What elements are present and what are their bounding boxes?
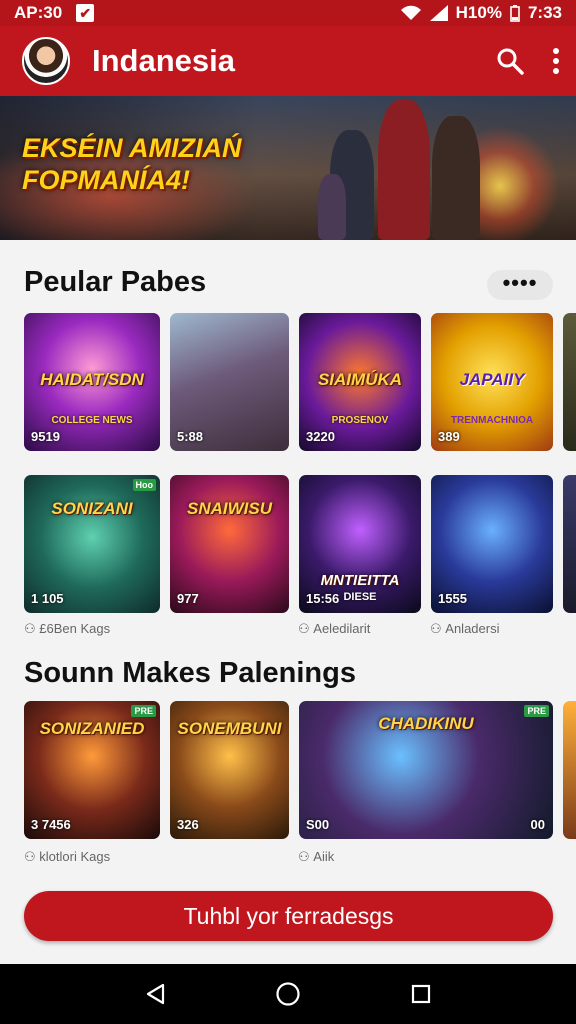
page-title: Indanesia <box>92 43 235 78</box>
card-count: 5:88 <box>177 429 204 444</box>
status-clock: 7:33 <box>527 3 562 22</box>
recents-icon[interactable] <box>410 983 432 1005</box>
meta-item: ⚇ Aeledilarit <box>298 621 371 636</box>
card-count: 1555 <box>438 591 467 606</box>
game-card[interactable]: SONEMBUNI 326 <box>170 701 289 839</box>
meta-item: ⚇ Aiik <box>298 849 335 864</box>
game-card[interactable]: MNTIEITTA DIESE 15:56 <box>299 475 421 613</box>
game-card[interactable]: SNAIWISU 977 <box>170 475 289 613</box>
card-count: 9519 <box>31 429 60 444</box>
battery-text: H10% <box>455 3 502 22</box>
game-card[interactable]: PRE SONIZANIED 3 7456 <box>24 701 160 839</box>
card-count: S00 <box>306 817 330 832</box>
section-title-popular: Peular Pabes <box>24 266 207 298</box>
game-card-partial[interactable] <box>563 313 576 451</box>
search-icon[interactable] <box>496 47 524 75</box>
game-row-3: PRE SONIZANIED 3 7456 SONEMBUNI 326 PRE … <box>24 701 576 839</box>
card-count: 3220 <box>306 429 335 444</box>
card-count: 389 <box>438 429 460 444</box>
card-count: 3 7456 <box>31 817 71 832</box>
meta-item: ⚇ klotlori Kags <box>24 849 111 864</box>
game-card-wide[interactable]: PRE CHADIKINU S00 00 <box>299 701 553 839</box>
card-badge: PRE <box>131 705 156 717</box>
avatar[interactable] <box>22 37 70 85</box>
card-count-right: 00 <box>530 817 545 832</box>
check-notification-icon: ✔ <box>76 4 95 22</box>
game-card[interactable]: 5:88 <box>170 313 289 451</box>
battery-icon <box>510 4 520 22</box>
card-badge: Hoo <box>132 479 156 491</box>
card-count: 15:56 <box>306 591 340 606</box>
app-bar: Indanesia <box>0 26 576 96</box>
game-card-partial[interactable] <box>563 701 576 839</box>
game-card[interactable]: HAIDAT/SDN COLLEGE NEWS 9519 <box>24 313 160 451</box>
wifi-icon <box>400 5 421 20</box>
game-row-2: Hoo SONIZANI 1 105 SNAIWISU 977 MNTIEITT… <box>24 475 576 613</box>
primary-action-button[interactable]: Tuhbl yor ferradesgs <box>24 891 553 941</box>
system-nav-bar <box>0 964 576 1024</box>
game-card[interactable]: JAPAIIY TRENMACHNIOA 389 <box>431 313 553 451</box>
game-card[interactable]: Hoo SONIZANI 1 105 <box>24 475 160 613</box>
row-2-meta: ⚇ £6Ben Kags ⚇ Aeledilarit ⚇ Anladersi <box>24 621 499 637</box>
more-button[interactable]: •••• <box>487 270 553 300</box>
card-count: 1 105 <box>31 591 64 606</box>
status-bar: AP:30 ✔ H10% 7:33 <box>0 0 576 26</box>
game-row-1: HAIDAT/SDN COLLEGE NEWS 9519 5:88 SIAIMÚ… <box>24 313 576 451</box>
row-3-meta: ⚇ klotlori Kags ⚇ Aiik <box>24 849 334 865</box>
section-title-makes: Sounn Makes Palenings <box>24 657 356 689</box>
hero-banner[interactable]: EKSÉIN AMIZIAŃ FOPMANÍA4! <box>0 96 576 240</box>
card-count: 977 <box>177 591 199 606</box>
back-icon[interactable] <box>144 982 166 1006</box>
home-icon[interactable] <box>275 981 301 1007</box>
more-vert-icon[interactable] <box>552 48 560 74</box>
card-count: 326 <box>177 817 199 832</box>
signal-icon <box>429 5 448 21</box>
game-card[interactable]: 1555 <box>431 475 553 613</box>
game-card-partial[interactable] <box>563 475 576 613</box>
game-card[interactable]: SIAIMÚKA PROSENOV 3220 <box>299 313 421 451</box>
meta-item: ⚇ Anladersi <box>430 621 500 636</box>
status-time-left: AP:30 <box>14 3 63 22</box>
meta-item: ⚇ £6Ben Kags <box>24 621 111 636</box>
hero-title: EKSÉIN AMIZIAŃ FOPMANÍA4! <box>22 133 242 195</box>
